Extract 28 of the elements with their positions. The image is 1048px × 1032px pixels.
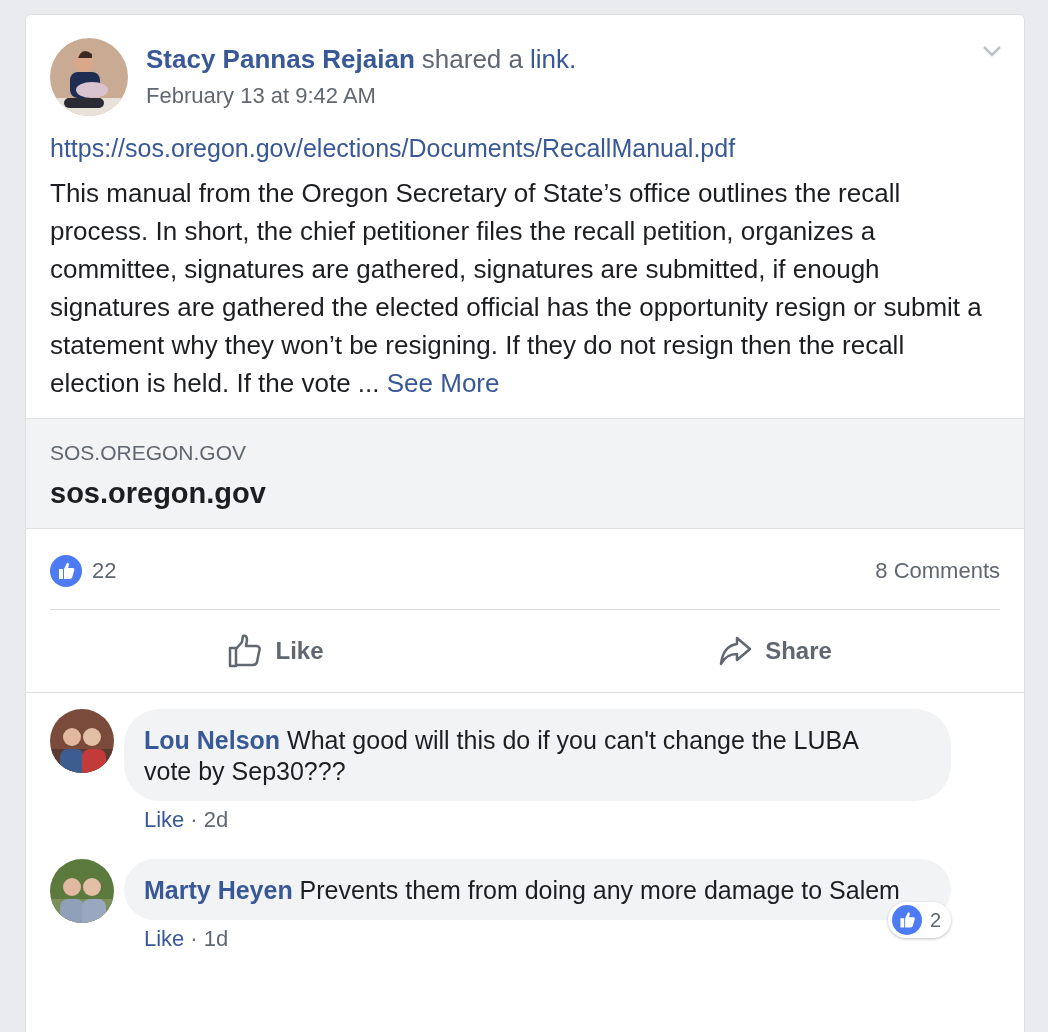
timestamp[interactable]: February 13 at 9:42 AM <box>146 83 577 109</box>
comment-age[interactable]: 1d <box>203 926 229 952</box>
separator: · <box>190 926 198 952</box>
author-link[interactable]: Stacy Pannas Rejaian <box>146 44 415 74</box>
comments-count[interactable]: 8 Comments <box>875 558 1000 584</box>
commenter-link[interactable]: Lou Nelson <box>144 726 281 754</box>
thumbs-up-icon <box>227 633 264 669</box>
like-icon <box>891 905 922 935</box>
comment-like-link[interactable]: Like <box>144 926 185 952</box>
separator: · <box>190 807 198 833</box>
reaction-count: 2 <box>929 908 941 932</box>
action-text: shared a <box>421 44 523 74</box>
comment-text: Lou Nelson What good will this do if you can't change the LUBA vote by Sep30??? <box>144 725 860 787</box>
share-button[interactable]: Share <box>525 610 1024 692</box>
reaction-badge[interactable]: 2 <box>887 902 951 938</box>
comment-like-link[interactable]: Like <box>144 807 185 833</box>
preview-title: sos.oregon.gov <box>50 477 267 510</box>
link-preview[interactable]: SOS.OREGON.GOV sos.oregon.gov <box>26 418 1024 529</box>
commenter-link[interactable]: Marty Heyen <box>144 876 293 904</box>
preview-domain: SOS.OREGON.GOV <box>50 441 248 465</box>
url-link[interactable]: https://sos.oregon.gov/elections/Documents/RecallManual.pdf <box>50 130 736 166</box>
link-link[interactable]: link. <box>530 44 577 74</box>
like-count[interactable]: 22 <box>92 558 117 584</box>
like-icon[interactable] <box>50 555 82 587</box>
see-more-link[interactable]: See More <box>386 368 500 398</box>
post-text: This manual from the Oregon Secretary of State’s office outlines the recall process. In short, the chief petitioner files the recall petition, organizes a committee, signatures are gathered, signatures are submitted, if enough signatures are gathered the elected official has the opportunity resign or submit a statement why they won’t be resigning. If they do not resign then the recall election is held. If the vote ... See More <box>50 177 983 400</box>
like-button[interactable]: Like <box>26 610 525 692</box>
comment-age[interactable]: 2d <box>203 807 229 833</box>
